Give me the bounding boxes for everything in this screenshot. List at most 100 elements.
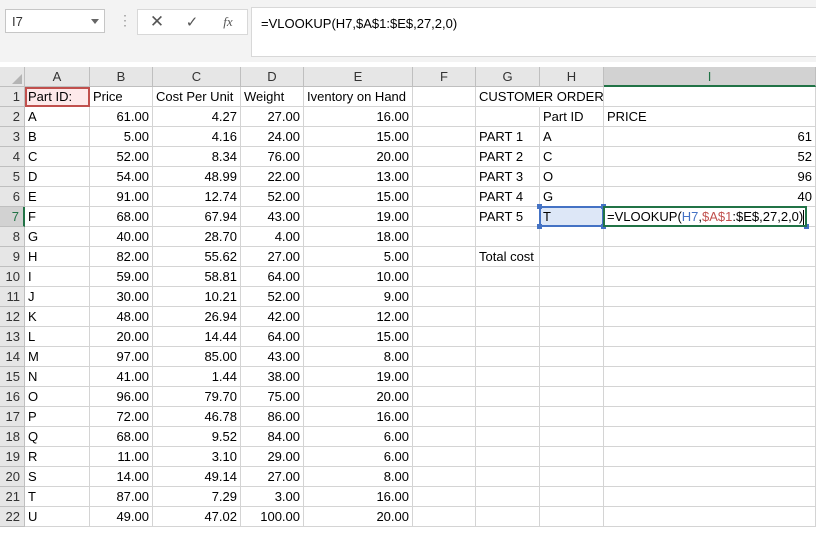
row-header-18[interactable]: 18 <box>0 427 25 447</box>
table-cell[interactable]: 9.00 <box>304 287 413 307</box>
table-cell[interactable]: 41.00 <box>90 367 153 387</box>
table-cell[interactable]: 7.29 <box>153 487 241 507</box>
table-cell[interactable]: 22.00 <box>241 167 304 187</box>
order-price[interactable]: 61 <box>604 127 816 147</box>
order-price[interactable]: 40 <box>604 187 816 207</box>
reference-handle[interactable] <box>537 224 542 229</box>
cell-h15[interactable] <box>540 367 604 387</box>
active-cell-i7[interactable]: =VLOOKUP(H7,$A$1:$E$,27,2,0) <box>603 206 807 227</box>
cell-i15[interactable] <box>604 367 816 387</box>
order-part-id-header[interactable]: Part ID <box>540 107 604 127</box>
cell-h14[interactable] <box>540 347 604 367</box>
cell-g2[interactable] <box>476 107 540 127</box>
row-header-1[interactable]: 1 <box>0 87 25 107</box>
cell-f12[interactable] <box>413 307 476 327</box>
table-cell[interactable]: 12.00 <box>304 307 413 327</box>
table-cell[interactable]: 30.00 <box>90 287 153 307</box>
table-cell[interactable]: 4.00 <box>241 227 304 247</box>
order-part-id[interactable]: O <box>540 167 604 187</box>
table-cell[interactable]: 43.00 <box>241 207 304 227</box>
cell-g17[interactable] <box>476 407 540 427</box>
cell-f9[interactable] <box>413 247 476 267</box>
cell-i16[interactable] <box>604 387 816 407</box>
table-cell[interactable]: 1.44 <box>153 367 241 387</box>
table-row-id[interactable]: Q <box>25 427 90 447</box>
table-cell[interactable]: 100.00 <box>241 507 304 527</box>
cell-f17[interactable] <box>413 407 476 427</box>
table-header[interactable]: Cost Per Unit <box>153 87 241 107</box>
column-header-c[interactable]: C <box>153 67 241 87</box>
column-header-a[interactable]: A <box>25 67 90 87</box>
cell-i14[interactable] <box>604 347 816 367</box>
cell-h9[interactable] <box>540 247 604 267</box>
order-part-label[interactable]: PART 3 <box>476 167 540 187</box>
table-cell[interactable]: 49.00 <box>90 507 153 527</box>
table-cell[interactable]: 58.81 <box>153 267 241 287</box>
cell-f16[interactable] <box>413 387 476 407</box>
cell-i12[interactable] <box>604 307 816 327</box>
table-cell[interactable]: 87.00 <box>90 487 153 507</box>
cell-h20[interactable] <box>540 467 604 487</box>
table-cell[interactable]: 20.00 <box>90 327 153 347</box>
cell-h13[interactable] <box>540 327 604 347</box>
table-header[interactable]: Weight <box>241 87 304 107</box>
cell-i17[interactable] <box>604 407 816 427</box>
cell-g19[interactable] <box>476 447 540 467</box>
insert-function-icon[interactable]: fx <box>212 10 244 34</box>
table-header[interactable]: Iventory on Hand <box>304 87 413 107</box>
column-header-d[interactable]: D <box>241 67 304 87</box>
table-cell[interactable]: 48.00 <box>90 307 153 327</box>
row-header-8[interactable]: 8 <box>0 227 25 247</box>
cell-f2[interactable] <box>413 107 476 127</box>
cell-f13[interactable] <box>413 327 476 347</box>
table-cell[interactable]: 8.00 <box>304 347 413 367</box>
cell-h12[interactable] <box>540 307 604 327</box>
table-cell[interactable]: 46.78 <box>153 407 241 427</box>
table-cell[interactable]: 5.00 <box>304 247 413 267</box>
table-cell[interactable]: 84.00 <box>241 427 304 447</box>
table-cell[interactable]: 19.00 <box>304 207 413 227</box>
order-part-id[interactable]: G <box>540 187 604 207</box>
reference-handle[interactable] <box>537 204 542 209</box>
cell-f14[interactable] <box>413 347 476 367</box>
table-cell[interactable]: 19.00 <box>304 367 413 387</box>
table-cell[interactable]: 4.16 <box>153 127 241 147</box>
table-row-id[interactable]: G <box>25 227 90 247</box>
table-cell[interactable]: 14.00 <box>90 467 153 487</box>
cell-f4[interactable] <box>413 147 476 167</box>
table-cell[interactable]: 16.00 <box>304 107 413 127</box>
table-cell[interactable]: 27.00 <box>241 247 304 267</box>
row-header-4[interactable]: 4 <box>0 147 25 167</box>
table-cell[interactable]: 76.00 <box>241 147 304 167</box>
table-row-id[interactable]: H <box>25 247 90 267</box>
table-cell[interactable]: 27.00 <box>241 467 304 487</box>
cell-f6[interactable] <box>413 187 476 207</box>
spreadsheet-grid[interactable]: A B C D E F G H I 1 2 3 4 5 6 7 8 9 10 11 12 13 14 15 16 17 18 19 20… <box>0 62 816 534</box>
table-cell[interactable]: 18.00 <box>304 227 413 247</box>
table-cell[interactable]: 4.27 <box>153 107 241 127</box>
table-cell[interactable]: 64.00 <box>241 327 304 347</box>
drag-handle-icon[interactable]: ⋮ <box>118 11 132 29</box>
table-header[interactable]: Part ID: <box>25 87 90 107</box>
cell-h22[interactable] <box>540 507 604 527</box>
table-cell[interactable]: 48.99 <box>153 167 241 187</box>
cell-g22[interactable] <box>476 507 540 527</box>
table-cell[interactable]: 15.00 <box>304 187 413 207</box>
table-cell[interactable]: 8.34 <box>153 147 241 167</box>
table-cell[interactable]: 52.00 <box>90 147 153 167</box>
row-header-6[interactable]: 6 <box>0 187 25 207</box>
cell-i13[interactable] <box>604 327 816 347</box>
table-cell[interactable]: 47.02 <box>153 507 241 527</box>
table-row-id[interactable]: O <box>25 387 90 407</box>
table-row-id[interactable]: J <box>25 287 90 307</box>
enter-icon[interactable]: ✓ <box>176 10 208 34</box>
cell-f10[interactable] <box>413 267 476 287</box>
table-cell[interactable]: 72.00 <box>90 407 153 427</box>
table-cell[interactable]: 10.21 <box>153 287 241 307</box>
total-cost-label[interactable]: Total cost <box>476 247 540 267</box>
table-row-id[interactable]: T <box>25 487 90 507</box>
name-box[interactable]: I7 <box>5 9 105 33</box>
formula-input[interactable]: =VLOOKUP(H7,$A$1:$E$,27,2,0) <box>251 7 816 57</box>
cell-i1[interactable] <box>604 87 816 107</box>
order-price[interactable]: 96 <box>604 167 816 187</box>
